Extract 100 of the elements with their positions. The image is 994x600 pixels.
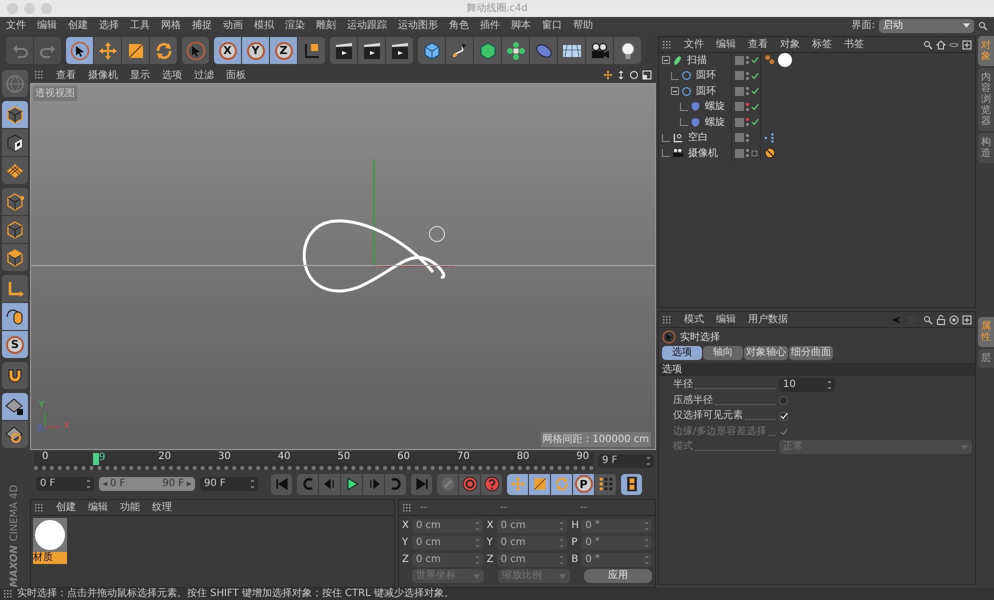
menu-item[interactable]: 编辑	[88, 500, 108, 515]
menu-item[interactable]: 角色	[449, 18, 469, 33]
layer-swatch[interactable]	[735, 102, 744, 112]
layer-swatch[interactable]	[735, 118, 744, 127]
range-slider[interactable]: 0 F 90 F	[99, 477, 195, 491]
layer-swatch[interactable]	[735, 56, 744, 65]
number-field[interactable]: 0 °	[581, 518, 652, 532]
menu-item[interactable]: 网格	[161, 18, 181, 33]
apply-button[interactable]: 应用	[584, 569, 652, 583]
tool-button[interactable]	[2, 421, 28, 448]
menu-item[interactable]: 雕刻	[316, 18, 336, 33]
timeline-ruler[interactable]: 0 9 20 30 40 50 60 70 80 90	[34, 452, 594, 470]
visibility-dots[interactable]	[746, 149, 749, 158]
tool-button[interactable]	[2, 303, 28, 330]
visibility-dots[interactable]	[746, 118, 749, 126]
material-swatch[interactable]: 材质	[33, 518, 67, 564]
tool-button[interactable]	[2, 101, 28, 128]
menu-item[interactable]: 捕捉	[192, 18, 212, 33]
side-tab[interactable]: 构造	[978, 133, 994, 163]
visibility-dots[interactable]	[746, 72, 749, 80]
menu-item[interactable]: 渲染	[285, 18, 305, 33]
side-tab[interactable]: 层	[978, 349, 994, 368]
menu-item[interactable]: 显示	[130, 68, 150, 82]
visibility-dots[interactable]	[746, 102, 749, 111]
number-field[interactable]: 10	[779, 378, 835, 392]
object-name[interactable]: 空白	[688, 130, 708, 146]
tool-button[interactable]	[330, 37, 357, 64]
tool-button[interactable]	[2, 393, 28, 420]
tab[interactable]: 对象轴心	[744, 346, 788, 360]
number-field[interactable]: 0 °	[581, 536, 652, 550]
material-tag[interactable]	[778, 53, 792, 68]
tool-button[interactable]	[2, 129, 28, 156]
menu-item[interactable]: 文件	[684, 37, 704, 52]
tool-button[interactable]	[298, 37, 325, 64]
menu-item[interactable]: 创建	[68, 18, 88, 33]
menu-item[interactable]: 对象	[780, 37, 800, 52]
menu-item[interactable]: 选项	[162, 68, 182, 82]
menu-item[interactable]: 面板	[226, 68, 246, 82]
number-field[interactable]: 0 cm	[412, 536, 483, 550]
menu-item[interactable]: 功能	[120, 500, 140, 515]
layer-swatch[interactable]	[735, 71, 744, 80]
object-name[interactable]: 扫描	[687, 52, 707, 68]
number-field[interactable]: 0 °	[581, 552, 652, 566]
menu-item[interactable]: 插件	[480, 18, 500, 33]
tool-button[interactable]: Y	[242, 37, 269, 64]
tool-button[interactable]: Z	[270, 37, 297, 64]
tool-button[interactable]	[621, 474, 642, 494]
tool-button[interactable]	[2, 216, 28, 243]
menu-item[interactable]: 窗口	[542, 18, 562, 33]
number-field[interactable]: 90 F	[200, 477, 258, 491]
number-field[interactable]: 0 cm	[496, 552, 568, 566]
object-name[interactable]: 摄像机	[688, 146, 718, 161]
visibility-dots[interactable]	[746, 87, 749, 96]
menu-item[interactable]: 模拟	[254, 18, 274, 33]
playhead[interactable]	[92, 453, 99, 465]
number-field[interactable]: 9 F	[598, 454, 654, 468]
number-field[interactable]: 0 cm	[412, 518, 483, 532]
menu-item[interactable]: 编辑	[716, 37, 736, 52]
menu-item[interactable]: 过滤	[194, 68, 214, 82]
tool-button[interactable]	[595, 474, 616, 494]
tool-button[interactable]	[2, 188, 28, 215]
menu-item[interactable]: 工具	[130, 18, 150, 33]
menu-item[interactable]: 帮助	[573, 18, 593, 33]
menu-item[interactable]: 纹理	[152, 500, 172, 515]
number-field[interactable]: 0 cm	[496, 518, 568, 532]
tool-button[interactable]	[358, 37, 385, 64]
menu-item[interactable]: 动画	[223, 18, 243, 33]
object-name[interactable]: 圆环	[696, 84, 716, 99]
menu-item[interactable]: 选择	[99, 18, 119, 33]
number-field[interactable]: 0 F	[36, 477, 94, 491]
menu-item[interactable]: 文件	[6, 18, 26, 33]
menu-item[interactable]: 运动跟踪	[347, 18, 387, 33]
tool-button[interactable]	[386, 37, 413, 64]
tab[interactable]: 选项	[662, 346, 702, 360]
tree-toggle[interactable]	[662, 56, 670, 64]
menu-item[interactable]: 运动图形	[398, 18, 438, 33]
menu-item[interactable]: 查看	[748, 37, 768, 52]
tool-button[interactable]	[341, 474, 362, 494]
tool-button[interactable]	[614, 37, 641, 64]
menu-item[interactable]: 脚本	[511, 18, 531, 33]
tool-button[interactable]	[2, 362, 28, 389]
tool-button[interactable]	[586, 37, 613, 64]
layer-swatch[interactable]	[735, 133, 744, 142]
menu-item[interactable]: 用户数据	[748, 312, 788, 327]
side-tab[interactable]: 内容浏览器	[978, 68, 994, 131]
menu-item[interactable]: 摄像机	[88, 68, 118, 82]
menu-item[interactable]: 标签	[812, 37, 832, 52]
menu-item[interactable]: 书签	[844, 37, 864, 52]
tool-button[interactable]	[66, 37, 93, 64]
menu-item[interactable]: 编辑	[37, 18, 57, 33]
dropdown[interactable]: 启动	[879, 18, 974, 32]
menu-item[interactable]: 编辑	[716, 312, 736, 327]
number-field[interactable]: 0 cm	[496, 536, 568, 550]
tab[interactable]: 轴向	[703, 346, 743, 360]
checkbox[interactable]	[779, 412, 788, 421]
layer-swatch[interactable]	[735, 148, 744, 158]
layer-swatch[interactable]	[735, 86, 744, 96]
tab[interactable]: 细分曲面	[789, 346, 833, 360]
object-name[interactable]: 螺旋	[705, 99, 725, 114]
menu-item[interactable]: 查看	[56, 68, 76, 82]
